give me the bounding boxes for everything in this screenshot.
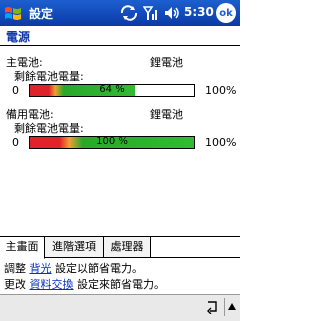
main-battery-percent: 64 % — [99, 84, 125, 95]
main-battery-min-label: 0 — [12, 84, 19, 97]
backup-battery-bar: 100 % — [29, 136, 195, 149]
windows-flag-icon[interactable] — [3, 3, 23, 23]
speaker-icon[interactable] — [163, 5, 181, 21]
clock[interactable]: 5:30 — [184, 5, 214, 19]
backup-battery-type: 鋰電池 — [150, 108, 183, 121]
backlight-hint: 調整 背光 設定以節省電力。 — [4, 260, 143, 276]
up-arrow-icon — [228, 303, 236, 310]
backup-battery-min-label: 0 — [12, 136, 19, 149]
backup-battery-max-label: 100% — [205, 136, 237, 149]
tab-advanced[interactable]: 進階選項 — [45, 237, 104, 257]
tab-main[interactable]: 主畫面 — [0, 237, 45, 259]
sync-hint-prefix: 更改 — [4, 278, 30, 291]
data-exchange-link[interactable]: 資料交換 — [30, 278, 74, 291]
main-battery-max-label: 100% — [205, 84, 237, 97]
ok-button[interactable]: ok — [216, 3, 236, 23]
command-bar — [0, 294, 240, 321]
backlight-hint-suffix: 設定以節省電力。 — [51, 262, 143, 275]
title-bar: 設定 5:30 ok — [0, 0, 240, 26]
main-battery-type: 鋰電池 — [150, 56, 183, 69]
sync-hint: 更改 資料交換 設定來節省電力。 — [4, 276, 165, 292]
main-battery-remaining-label: 剩餘電池電量: — [14, 70, 84, 83]
tab-processor[interactable]: 處理器 — [104, 237, 151, 257]
backlight-link[interactable]: 背光 — [30, 262, 52, 275]
input-panel-button[interactable] — [224, 298, 239, 316]
signal-icon[interactable] — [143, 5, 159, 21]
tab-strip: 主畫面 進階選項 處理器 — [0, 236, 240, 259]
title-divider — [0, 45, 240, 46]
sync-hint-suffix: 設定來節省電力。 — [73, 278, 165, 291]
page-title: 電源 — [6, 30, 31, 44]
main-battery-bar: 64 % — [29, 84, 195, 97]
undo-arrow-icon[interactable] — [206, 300, 220, 314]
backlight-hint-prefix: 調整 — [4, 262, 30, 275]
backup-battery-remaining-label: 剩餘電池電量: — [14, 122, 84, 135]
activesync-icon[interactable] — [120, 5, 138, 21]
app-title: 設定 — [29, 7, 54, 21]
backup-battery-percent: 100 % — [96, 136, 128, 147]
